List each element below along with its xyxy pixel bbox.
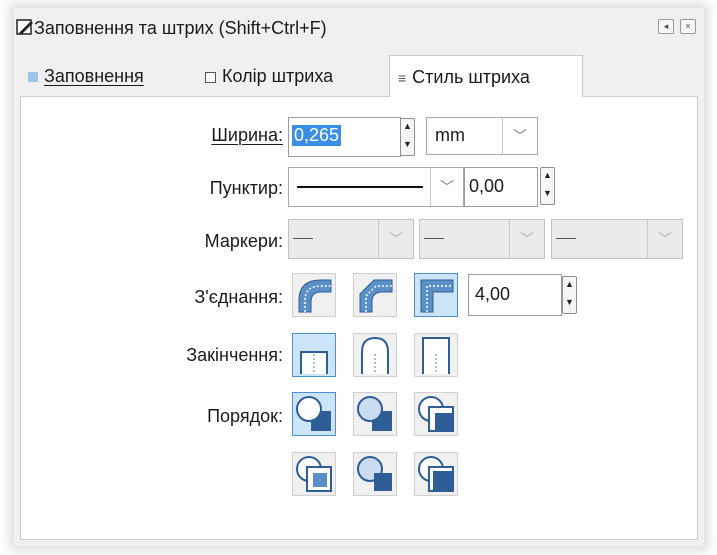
marker-preview <box>424 238 444 239</box>
marker-preview <box>293 238 313 239</box>
paint-order-1-button[interactable] <box>292 392 336 436</box>
dash-pattern-select[interactable]: ﹀ <box>288 167 464 207</box>
tab-stroke-style-label: Стиль штриха <box>412 67 530 87</box>
markers-label: Маркери: <box>204 231 283 251</box>
dash-offset-spinner[interactable]: ▲ ▼ <box>540 167 555 205</box>
solid-line-preview <box>297 186 423 188</box>
paint-order-label: Порядок: <box>207 406 283 426</box>
paint-order-3-icon <box>418 396 454 432</box>
width-spinner[interactable]: ▲ ▼ <box>400 118 415 156</box>
chevron-down-icon: ﹀ <box>378 220 413 258</box>
paint-order-5-button[interactable] <box>353 452 397 496</box>
end-marker-select[interactable]: ﹀ <box>551 219 683 259</box>
paint-order-4-button[interactable] <box>292 452 336 496</box>
cap-label: Закінчення: <box>186 345 283 365</box>
miter-join-icon <box>420 279 454 313</box>
unit-select[interactable]: mm ﹀ <box>426 117 538 155</box>
start-marker-select[interactable]: ﹀ <box>288 219 414 259</box>
bevel-join-icon <box>359 279 393 313</box>
tab-stroke-paint-label: Колір штриха <box>222 66 334 86</box>
stroke-paint-tab-icon <box>205 71 216 83</box>
tab-stroke-style[interactable]: ≡ Стиль штриха <box>389 55 583 97</box>
square-cap-button[interactable] <box>414 333 458 377</box>
paint-order-4-icon <box>296 456 332 492</box>
tab-fill[interactable]: Заповнення <box>28 55 200 97</box>
paint-order-2-icon <box>357 396 392 431</box>
round-join-icon <box>298 279 332 313</box>
width-label: Ширина: <box>211 125 283 145</box>
chevron-down-icon: ﹀ <box>502 118 537 154</box>
marker-preview <box>556 238 576 239</box>
chevron-down-icon: ﹀ <box>509 220 544 258</box>
fill-stroke-icon <box>16 19 33 35</box>
round-cap-icon <box>361 336 389 374</box>
stroke-style-tab-icon: ≡ <box>398 70 407 86</box>
square-cap-icon <box>422 337 450 374</box>
paint-order-6-icon <box>418 456 454 492</box>
paint-order-1-icon <box>296 396 331 431</box>
chevron-down-icon: ﹀ <box>647 220 682 258</box>
miter-limit-spinner[interactable]: ▲ ▼ <box>562 276 577 314</box>
paint-order-6-button[interactable] <box>414 452 458 496</box>
miter-limit-input[interactable]: 4,00 <box>468 274 562 316</box>
tab-fill-label: Заповнення <box>44 66 144 86</box>
paint-order-2-button[interactable] <box>353 392 397 436</box>
chevron-down-icon: ﹀ <box>430 168 463 206</box>
fill-tab-icon <box>28 72 38 83</box>
bevel-join-button[interactable] <box>353 273 397 317</box>
dock-collapse-icon[interactable]: ◂ <box>658 19 674 34</box>
round-join-button[interactable] <box>292 273 336 317</box>
mid-marker-select[interactable]: ﹀ <box>419 219 545 259</box>
paint-order-3-button[interactable] <box>414 392 458 436</box>
round-cap-button[interactable] <box>353 333 397 377</box>
butt-cap-icon <box>300 351 328 374</box>
miter-join-button[interactable] <box>414 273 458 317</box>
paint-order-5-icon <box>357 456 392 491</box>
join-label: З'єднання: <box>194 287 283 307</box>
dash-label: Пунктир: <box>209 178 283 198</box>
tab-stroke-paint[interactable]: Колір штриха <box>205 55 388 97</box>
dash-offset-input[interactable]: 0,00 <box>464 167 538 207</box>
width-input[interactable]: 0,265 <box>288 117 401 157</box>
dialog-title: Заповнення та штрих (Shift+Ctrl+F) <box>34 18 327 38</box>
butt-cap-button[interactable] <box>292 333 336 377</box>
close-icon[interactable]: × <box>680 19 696 34</box>
